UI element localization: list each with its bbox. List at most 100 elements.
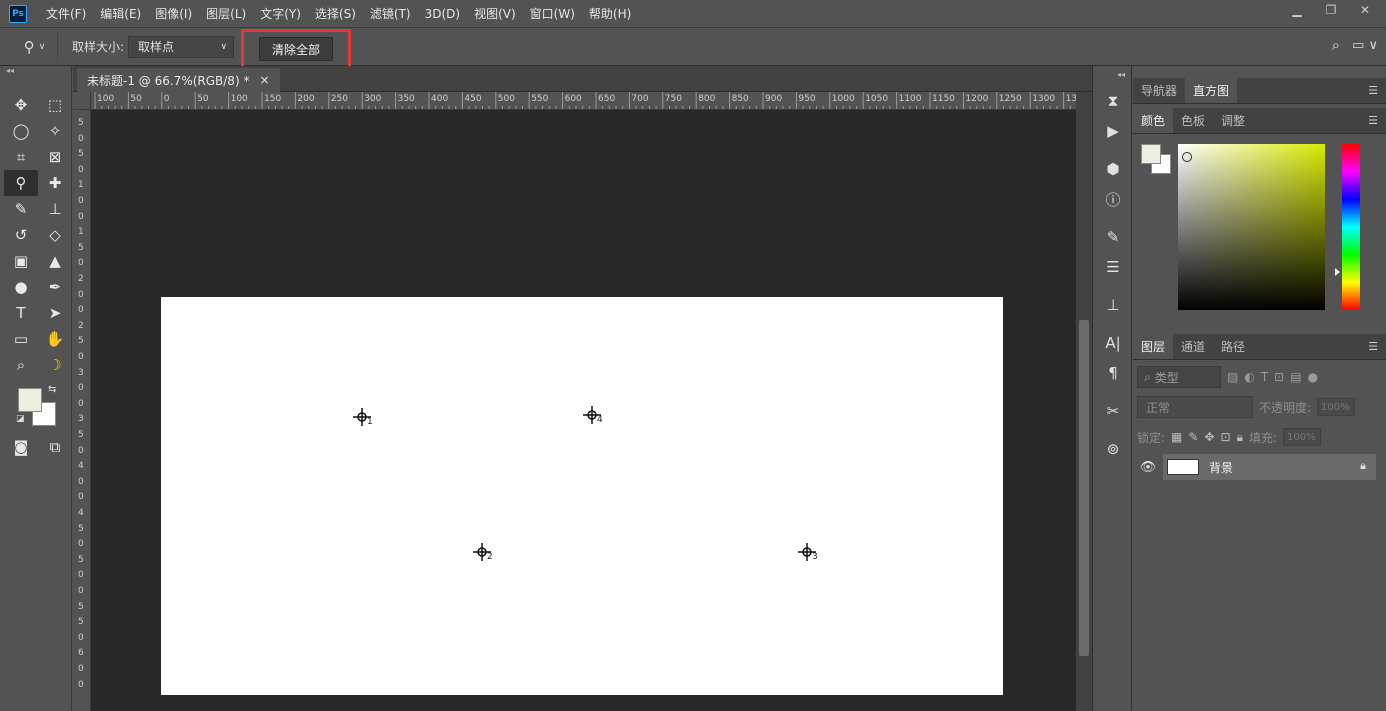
- type-tool-icon[interactable]: T: [4, 300, 38, 326]
- tab-histogram[interactable]: 直方图: [1185, 78, 1238, 103]
- layer-row-body[interactable]: 背景 🔒︎: [1163, 454, 1376, 480]
- sample-size-select[interactable]: 取样点 ∨: [128, 35, 235, 58]
- blend-mode-select[interactable]: 正常: [1137, 396, 1253, 418]
- menu-window[interactable]: 窗口(W): [523, 5, 582, 22]
- panel-menu-icon[interactable]: ☰: [1368, 340, 1378, 353]
- scrollbar-thumb[interactable]: [1079, 320, 1089, 656]
- foreground-color[interactable]: [18, 388, 42, 412]
- menu-select[interactable]: 选择(S): [308, 5, 363, 22]
- clone-source-icon[interactable]: ⊥: [1093, 290, 1133, 320]
- menu-edit[interactable]: 编辑(E): [93, 5, 148, 22]
- lock-artboard-icon[interactable]: ⊡: [1221, 430, 1231, 444]
- blur-tool-icon[interactable]: ▲: [38, 248, 72, 274]
- filter-pixel-icon[interactable]: ▨: [1227, 370, 1238, 384]
- filter-toggle-icon[interactable]: ●: [1308, 370, 1318, 384]
- menu-file[interactable]: 文件(F): [39, 5, 93, 22]
- layer-background[interactable]: 👁︎ 背景 🔒︎: [1133, 454, 1386, 480]
- color-sampler-1[interactable]: 1: [351, 407, 373, 429]
- filter-smart-icon[interactable]: ▤: [1290, 370, 1301, 384]
- tab-channels[interactable]: 通道: [1173, 334, 1213, 359]
- minimize-icon[interactable]: ▁: [1280, 0, 1314, 20]
- clear-all-button[interactable]: 清除全部: [259, 37, 333, 61]
- gradient-tool-icon[interactable]: ▣: [4, 248, 38, 274]
- magic-wand-icon[interactable]: ✧: [38, 118, 72, 144]
- screen-mode-icon[interactable]: ⧉: [38, 434, 72, 460]
- hue-slider[interactable]: [1342, 144, 1360, 310]
- visibility-eye-icon[interactable]: 👁︎: [1133, 460, 1163, 475]
- stamp-tool-icon[interactable]: ⊥: [38, 196, 72, 222]
- actions-play-icon[interactable]: ▶: [1093, 116, 1133, 146]
- panel-menu-icon[interactable]: ☰: [1368, 84, 1378, 97]
- tool-presets-icon[interactable]: ✂: [1093, 396, 1133, 426]
- lock-transparent-icon[interactable]: ▦: [1171, 430, 1182, 444]
- tab-navigator[interactable]: 导航器: [1133, 78, 1185, 103]
- crop-tool-icon[interactable]: ⌗: [4, 144, 38, 170]
- ruler-corner[interactable]: [73, 92, 91, 110]
- character-icon[interactable]: A|: [1093, 328, 1133, 358]
- brush-tool-icon[interactable]: ✎: [4, 196, 38, 222]
- vertical-scrollbar[interactable]: [1076, 92, 1092, 711]
- collapse-arrows-icon[interactable]: ◂◂: [0, 66, 71, 78]
- tab-color[interactable]: 颜色: [1133, 108, 1174, 133]
- opacity-input[interactable]: 100%: [1317, 398, 1356, 416]
- tab-adjustments[interactable]: 调整: [1213, 108, 1253, 133]
- menu-help[interactable]: 帮助(H): [582, 5, 638, 22]
- collapse-arrows-icon[interactable]: ◂◂: [1093, 66, 1131, 86]
- marquee-tool-icon[interactable]: ⬚: [38, 92, 72, 118]
- panel-menu-icon[interactable]: ☰: [1368, 114, 1378, 127]
- layer-filter-select[interactable]: ⌕ 类型: [1137, 366, 1221, 388]
- workspace-icon[interactable]: ▭ ∨: [1352, 38, 1378, 53]
- history-brush-icon[interactable]: ↺: [4, 222, 38, 248]
- menu-3d[interactable]: 3D(D): [418, 7, 467, 21]
- document-tab[interactable]: 未标题-1 @ 66.7%(RGB/8) * ×: [77, 68, 280, 92]
- properties-icon[interactable]: ⊚: [1093, 434, 1133, 464]
- fill-input[interactable]: 100%: [1283, 428, 1322, 446]
- color-sampler-tool-icon[interactable]: ⚲: [4, 170, 38, 196]
- filter-shape-icon[interactable]: ⊡: [1274, 370, 1284, 384]
- lock-position-icon[interactable]: ✥: [1204, 430, 1214, 444]
- lasso-tool-icon[interactable]: ◯: [4, 118, 38, 144]
- dodge-tool-icon[interactable]: ●: [4, 274, 38, 300]
- filter-type-icon[interactable]: T: [1261, 370, 1268, 384]
- horizontal-ruler[interactable]: 100 50 0 50 100 150 200 250 300 350 400 450 500 550 60…: [91, 92, 1076, 110]
- move-tool-icon[interactable]: ✥: [4, 92, 38, 118]
- tab-swatches[interactable]: 色板: [1173, 108, 1213, 133]
- frame-tool-icon[interactable]: ⊠: [38, 144, 72, 170]
- vertical-ruler[interactable]: 5 0 5 0 1 0 0 1 5 0 2 0 0 2 5 0 3 0 0 3 5 0 4 0 0 4 5 0 5 0 0 5 5 0 6 0 0: [73, 110, 91, 711]
- default-colors-icon[interactable]: ◪: [16, 414, 25, 424]
- quick-mask-icon[interactable]: ◙: [4, 434, 38, 460]
- close-tab-icon[interactable]: ×: [259, 73, 269, 87]
- pen-tool-icon[interactable]: ✒: [38, 274, 72, 300]
- color-sampler-3[interactable]: 3: [796, 542, 818, 564]
- rectangle-tool-icon[interactable]: ▭: [4, 326, 38, 352]
- menu-layer[interactable]: 图层(L): [199, 5, 253, 22]
- search-icon[interactable]: ⌕: [1332, 36, 1340, 54]
- banana-icon[interactable]: ☽: [38, 352, 72, 378]
- brush-settings-icon[interactable]: ✎: [1093, 222, 1133, 252]
- zoom-tool-icon[interactable]: ⌕: [4, 352, 38, 378]
- color-picker-field[interactable]: [1178, 144, 1325, 310]
- menu-view[interactable]: 视图(V): [467, 5, 523, 22]
- tool-preset-picker[interactable]: ⚲ ∨: [12, 31, 58, 62]
- lock-all-icon[interactable]: 🔒︎: [1237, 430, 1243, 445]
- restore-icon[interactable]: ❐: [1314, 0, 1348, 20]
- 3d-icon[interactable]: ⬢: [1093, 154, 1133, 184]
- document-canvas[interactable]: 1 2 3 4: [161, 297, 1003, 695]
- lock-paint-icon[interactable]: ✎: [1188, 430, 1198, 444]
- tab-paths[interactable]: 路径: [1213, 334, 1253, 359]
- hand-tool-icon[interactable]: ✋: [38, 326, 72, 352]
- close-icon[interactable]: ✕: [1348, 0, 1382, 20]
- color-picker-marker[interactable]: [1182, 152, 1192, 162]
- healing-brush-icon[interactable]: ✚: [38, 170, 72, 196]
- hue-slider-marker[interactable]: [1335, 268, 1340, 276]
- color-sampler-4[interactable]: 4: [581, 405, 603, 427]
- paragraph-icon[interactable]: ¶: [1093, 358, 1133, 388]
- filter-adjustment-icon[interactable]: ◐: [1244, 370, 1254, 384]
- info-icon[interactable]: ⓘ: [1093, 184, 1133, 214]
- eraser-tool-icon[interactable]: ◇: [38, 222, 72, 248]
- foreground-color-mini[interactable]: [1141, 144, 1161, 164]
- swap-colors-icon[interactable]: ⇆: [48, 384, 56, 395]
- color-sampler-2[interactable]: 2: [471, 542, 493, 564]
- history-icon[interactable]: ⧗: [1093, 86, 1133, 116]
- path-select-icon[interactable]: ➤: [38, 300, 72, 326]
